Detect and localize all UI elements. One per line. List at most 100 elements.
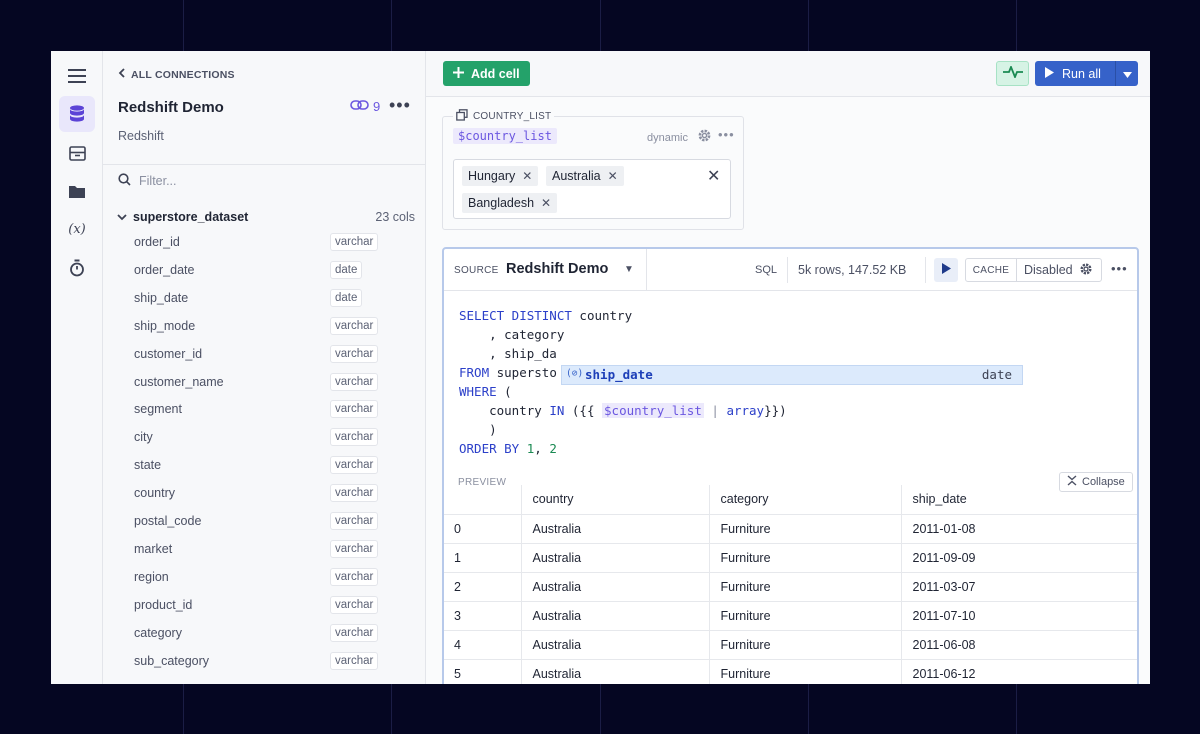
column-type-badge: date <box>330 260 363 279</box>
language-label: SQL <box>755 264 778 276</box>
preview-table: country category ship_date 0 Australia Fur… <box>444 485 1137 684</box>
dataset-row[interactable]: superstore_dataset 23 cols <box>117 208 415 226</box>
table-row: 5 Australia Furniture 2011-06-12 <box>444 659 1137 684</box>
timer-icon[interactable] <box>59 250 95 286</box>
chip-label: Bangladesh <box>468 196 535 210</box>
column-name: segment <box>134 402 182 417</box>
column-header[interactable]: ship_date <box>901 485 1137 515</box>
code-line: , ship_da <box>459 346 557 361</box>
input-cell-header: COUNTRY_LIST <box>453 109 555 124</box>
autocomplete-suggestion[interactable]: (⊘) ship_date date <box>561 365 1023 385</box>
archive-icon[interactable] <box>59 135 95 171</box>
pulse-icon <box>1002 64 1024 83</box>
database-icon[interactable] <box>59 96 95 132</box>
schema-column-row[interactable]: customer_id varchar <box>134 344 434 365</box>
table-cell: Furniture <box>709 572 902 602</box>
menu-icon[interactable] <box>59 58 95 94</box>
more-options-icon[interactable]: ••• <box>389 95 411 116</box>
row-index: 3 <box>444 601 522 631</box>
dataset-column-count: 23 cols <box>375 210 415 224</box>
source-selector[interactable]: Redshift Demo <box>506 261 608 277</box>
table-cell: 2011-06-12 <box>901 659 1137 684</box>
schema-column-row[interactable]: segment varchar <box>134 400 434 420</box>
code-line: country IN ({{ $country_list | array}}) <box>459 403 787 421</box>
table-cell: Furniture <box>709 543 902 573</box>
more-options-icon[interactable]: ••• <box>1111 261 1128 276</box>
row-index: 1 <box>444 543 522 573</box>
code-text: | <box>703 403 727 418</box>
schema-column-row[interactable]: ship_mode varchar <box>134 316 434 337</box>
column-header[interactable]: category <box>709 485 902 515</box>
chevron-down-icon <box>117 208 127 226</box>
input-cell-label: COUNTRY_LIST <box>473 111 552 122</box>
schema-column-row[interactable]: country varchar <box>134 484 434 504</box>
country-multiselect[interactable]: Hungary ✕ Australia ✕ Bangladesh ✕ ✕ <box>453 159 731 219</box>
connection-type: Redshift <box>118 129 164 143</box>
schema-column-row[interactable]: order_id varchar <box>134 233 434 253</box>
sql-keyword: WHERE <box>459 384 497 399</box>
clear-all-icon[interactable]: ✕ <box>707 166 720 186</box>
schema-column-row[interactable]: sub_category varchar <box>134 651 434 672</box>
folder-icon[interactable] <box>59 173 95 209</box>
schema-column-row[interactable]: order_date date <box>134 260 434 281</box>
suggestion-label: ship_date <box>585 367 653 382</box>
schema-column-row[interactable]: ship_date date <box>134 288 434 309</box>
code-line: FROM supersto <box>459 365 557 383</box>
column-name: customer_name <box>134 374 224 389</box>
gear-icon[interactable] <box>697 128 712 148</box>
row-index: 0 <box>444 514 522 544</box>
filter-input[interactable]: Filter... <box>118 173 177 189</box>
column-type-badge: date <box>330 288 363 307</box>
column-name: order_date <box>134 262 195 277</box>
result-size-info: 5k rows, 147.52 KB <box>798 263 907 277</box>
cache-setting[interactable]: Disabled <box>1017 262 1093 279</box>
variable-name[interactable]: $country_list <box>453 128 557 144</box>
column-type-badge: varchar <box>330 344 379 363</box>
divider <box>787 257 788 283</box>
linked-projects-badge[interactable]: 9 <box>350 99 380 114</box>
code-line: SELECT DISTINCT country <box>459 308 632 326</box>
schema-column-row[interactable]: category varchar <box>134 623 434 644</box>
table-cell: Furniture <box>709 659 902 684</box>
table-cell: Australia <box>521 514 710 544</box>
notebook-canvas: Add cell Run all COUNTRY_LIST $country_l… <box>426 51 1150 684</box>
gear-icon[interactable] <box>1079 262 1093 279</box>
column-type-badge: varchar <box>330 623 379 642</box>
schema-column-row[interactable]: postal_code varchar <box>134 512 434 532</box>
all-connections-label: ALL CONNECTIONS <box>131 68 235 81</box>
column-name: city <box>134 430 153 445</box>
link-icon <box>350 99 370 114</box>
column-type-badge: varchar <box>330 233 379 251</box>
variables-icon[interactable]: (x) <box>59 211 95 247</box>
add-cell-button[interactable]: Add cell <box>443 61 530 86</box>
more-options-icon[interactable]: ••• <box>718 127 735 142</box>
table-row: 3 Australia Furniture 2011-07-10 <box>444 601 1137 631</box>
schema-column-row[interactable]: customer_name varchar <box>134 372 434 393</box>
code-text: , <box>534 441 550 456</box>
notebook-toolbar: Add cell Run all <box>426 51 1150 97</box>
activity-button[interactable] <box>996 61 1029 86</box>
app-window: (x) ALL CONNECTIONS Redshift Demo Redshi… <box>51 51 1150 684</box>
schema-column-row[interactable]: product_id varchar <box>134 595 434 616</box>
column-header[interactable]: country <box>521 485 710 515</box>
code-line: , category <box>459 327 565 342</box>
schema-column-row[interactable]: state varchar <box>134 456 434 476</box>
run-all-main[interactable]: Run all <box>1035 66 1115 81</box>
remove-chip-icon[interactable]: ✕ <box>522 169 532 183</box>
remove-chip-icon[interactable]: ✕ <box>608 169 618 183</box>
schema-column-row[interactable]: region varchar <box>134 567 434 588</box>
run-all-button[interactable]: Run all <box>1035 61 1138 86</box>
search-icon <box>118 173 131 189</box>
run-cell-button[interactable] <box>934 258 958 282</box>
caret-down-icon[interactable]: ▼ <box>624 264 634 275</box>
run-options-dropdown[interactable] <box>1115 61 1138 86</box>
schema-column-row[interactable]: city varchar <box>134 428 434 448</box>
filter-placeholder: Filter... <box>139 174 177 188</box>
all-connections-link[interactable]: ALL CONNECTIONS <box>118 68 235 81</box>
chip-label: Hungary <box>468 169 516 183</box>
schema-column-row[interactable]: market varchar <box>134 539 434 560</box>
cache-control[interactable]: CACHE Disabled <box>965 258 1102 282</box>
table-cell: 2011-06-08 <box>901 630 1137 660</box>
table-cell: 2011-07-10 <box>901 601 1137 631</box>
remove-chip-icon[interactable]: ✕ <box>541 196 551 210</box>
